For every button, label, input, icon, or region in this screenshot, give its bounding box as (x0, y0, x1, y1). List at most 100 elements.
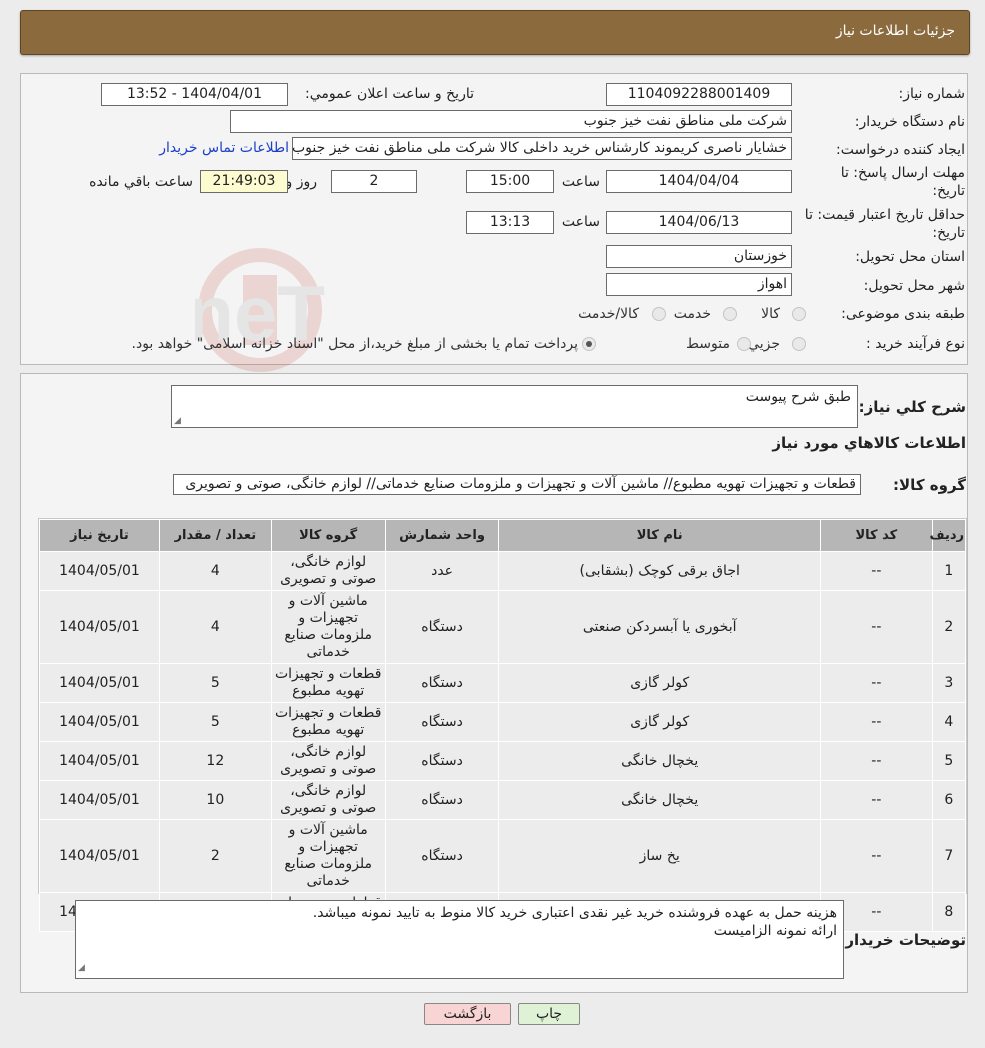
process-option-minor: جزیي (748, 336, 780, 352)
resize-handle-icon[interactable]: ◢ (78, 959, 85, 977)
resize-handle-icon[interactable]: ◢ (174, 416, 181, 426)
print-button[interactable]: چاپ (518, 1003, 580, 1025)
cell-need-date: 1404/05/01 (40, 781, 159, 819)
validity-label-date: تاریخ: (932, 225, 965, 241)
province-field: خوزستان (606, 245, 792, 268)
summary-label: شرح کلي نیاز: (858, 398, 966, 416)
validity-label: حداقل تاریخ اعتبار قیمت: تا (804, 207, 965, 223)
payment-note-checkbox[interactable] (582, 337, 596, 351)
cell-item-code: -- (820, 552, 932, 590)
announce-label: تاریخ و ساعت اعلان عمومي: (305, 86, 474, 102)
table-row: 4 -- کولر گازی دستگاه قطعات و تجهیزات تهویه … (40, 703, 965, 741)
table-row: 3 -- کولر گازی دستگاه قطعات و تجهیزات تهویه … (40, 664, 965, 702)
buyer-notes-line-2: ارائه نمونه الزامیست (713, 923, 837, 939)
cell-item-group: ماشین آلات و تجهیزات و ملزومات صنایع خدم… (271, 820, 385, 892)
header-item-code: کد کالا (820, 520, 932, 551)
remaining-time-field: 21:49:03 (200, 170, 288, 193)
cell-row-number: 2 (932, 591, 965, 663)
cell-unit: دستگاه (385, 781, 499, 819)
cell-row-number: 5 (932, 742, 965, 780)
buyer-notes-line-1: هزینه حمل به عهده فروشنده خرید غیر نقدی … (312, 905, 837, 921)
table-row: 5 -- یخچال خانگی دستگاه لوازم خانگی، صوتی و … (40, 742, 965, 780)
buyer-notes-label: توضیحات خریدار: (839, 931, 966, 949)
cell-item-code: -- (820, 664, 932, 702)
process-radio-minor[interactable] (792, 337, 806, 351)
cell-unit: دستگاه (385, 664, 499, 702)
header-row-number: ردیف (929, 520, 965, 551)
cell-quantity: 4 (159, 552, 271, 590)
buyer-notes-textarea[interactable]: هزینه حمل به عهده فروشنده خرید غیر نقدی … (75, 900, 844, 979)
header-unit: واحد شمارش (385, 520, 499, 551)
city-field: اهواز (606, 273, 792, 296)
validity-time-field: 13:13 (466, 211, 554, 234)
validity-date-field: 1404/06/13 (606, 211, 792, 234)
city-label: شهر محل تحویل: (863, 278, 965, 294)
cell-item-code: -- (820, 591, 932, 663)
days-remaining-field: 2 (331, 170, 417, 193)
creator-label: ایجاد کننده درخواست: (836, 142, 965, 158)
cell-quantity: 10 (159, 781, 271, 819)
summary-text: طبق شرح پیوست (745, 389, 851, 405)
table-row: 2 -- آبخوری یا آبسردکن صنعتی دستگاه ماشین آل… (40, 591, 965, 663)
category-option-goods: کالا (761, 306, 780, 322)
buyer-org-field: شرکت ملی مناطق نفت خیز جنوب (230, 110, 792, 133)
cell-quantity: 5 (159, 703, 271, 741)
summary-textarea[interactable]: طبق شرح پیوست ◢ (171, 385, 858, 428)
header-item-group: گروه کالا (271, 520, 385, 551)
items-table-wrapper: ردیف کد کالا نام کالا واحد شمارش گروه کا… (38, 518, 967, 932)
goods-group-field: قطعات و تجهیزات تهویه مطبوع// ماشین آلات… (173, 474, 861, 495)
buyer-contact-link[interactable]: اطلاعات تماس خریدار (159, 140, 289, 156)
cell-item-code: -- (820, 742, 932, 780)
need-number-field: 1104092288001409 (606, 83, 792, 106)
cell-row-number: 7 (932, 820, 965, 892)
category-radio-service[interactable] (723, 307, 737, 321)
cell-unit: دستگاه (385, 820, 499, 892)
cell-row-number: 6 (932, 781, 965, 819)
cell-item-name: یخ ساز (499, 820, 820, 892)
cell-need-date: 1404/05/01 (40, 742, 159, 780)
cell-row-number: 3 (932, 664, 965, 702)
goods-section-title: اطلاعات کالاهاي مورد نیاز (772, 434, 966, 452)
category-radio-goods-service[interactable] (652, 307, 666, 321)
category-radio-goods[interactable] (792, 307, 806, 321)
cell-item-name: یخچال خانگی (499, 742, 820, 780)
cell-quantity: 4 (159, 591, 271, 663)
back-button[interactable]: بازگشت (424, 1003, 511, 1025)
creator-field: خشایار ناصری کریموند کارشناس خرید داخلی … (292, 137, 792, 160)
cell-item-group: لوازم خانگی، صوتی و تصویری (271, 742, 385, 780)
cell-need-date: 1404/05/01 (40, 703, 159, 741)
days-word: روز و (285, 174, 318, 190)
cell-item-name: یخچال خانگی (499, 781, 820, 819)
cell-row-number: 8 (932, 893, 965, 931)
validity-time-word: ساعت (561, 214, 600, 230)
cell-item-name: اجاق برقی کوچک (بشقابی) (499, 552, 820, 590)
cell-need-date: 1404/05/01 (40, 552, 159, 590)
process-radio-medium[interactable] (737, 337, 751, 351)
cell-unit: دستگاه (385, 742, 499, 780)
deadline-time-field: 15:00 (466, 170, 554, 193)
cell-item-group: قطعات و تجهیزات تهویه مطبوع (271, 703, 385, 741)
items-table-body: 1 -- اجاق برقی کوچک (بشقابی) عدد لوازم خانگی… (40, 552, 965, 931)
header-quantity: تعداد / مقدار (159, 520, 271, 551)
cell-need-date: 1404/05/01 (40, 591, 159, 663)
cell-need-date: 1404/05/01 (40, 664, 159, 702)
province-label: استان محل تحویل: (855, 249, 965, 265)
cell-need-date: 1404/05/01 (40, 820, 159, 892)
table-header-row: ردیف کد کالا نام کالا واحد شمارش گروه کا… (40, 520, 965, 551)
cell-item-code: -- (820, 703, 932, 741)
cell-item-group: لوازم خانگی، صوتی و تصویری (271, 781, 385, 819)
header-item-name: نام کالا (499, 520, 820, 551)
goods-group-label: گروه کالا: (893, 476, 966, 494)
cell-item-code: -- (820, 820, 932, 892)
deadline-date-field: 1404/04/04 (606, 170, 792, 193)
cell-item-group: لوازم خانگی، صوتی و تصویری (271, 552, 385, 590)
header-need-date: تاریخ نیاز (40, 520, 159, 551)
cell-row-number: 1 (932, 552, 965, 590)
cell-item-group: قطعات و تجهیزات تهویه مطبوع (271, 664, 385, 702)
category-option-service: خدمت (673, 306, 711, 322)
cell-item-group: ماشین آلات و تجهیزات و ملزومات صنایع خدم… (271, 591, 385, 663)
deadline-label: مهلت ارسال پاسخ: تا (840, 165, 965, 181)
cell-quantity: 2 (159, 820, 271, 892)
process-option-medium: متوسط (686, 336, 730, 352)
cell-item-name: آبخوری یا آبسردکن صنعتی (499, 591, 820, 663)
